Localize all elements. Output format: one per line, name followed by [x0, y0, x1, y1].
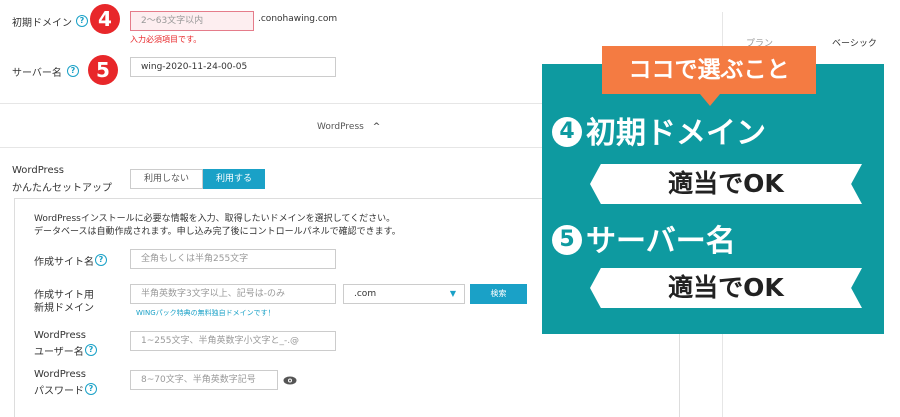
chevron-up-icon: ^ — [372, 122, 381, 132]
step-4-badge: 4 — [90, 4, 120, 34]
tld-selected-value: .com — [354, 289, 377, 299]
wordpress-section-toggle[interactable]: WordPress ^ — [317, 122, 380, 132]
callout-item1-value: 適当でOK — [668, 169, 784, 198]
wordpress-toggle-label: WordPress — [317, 122, 364, 132]
plan-value: ベーシック — [832, 39, 877, 49]
step-5-badge: 5 — [88, 55, 118, 85]
server-help-icon[interactable]: ? — [67, 65, 79, 77]
domain-error: 入力必須項目です。 — [130, 35, 202, 44]
callout-item1-heading: 4 初期ドメイン — [552, 114, 766, 154]
domain-label: 初期ドメイン — [12, 18, 72, 29]
password-label-line1: WordPress — [34, 369, 87, 380]
domain-help-icon[interactable]: ? — [76, 15, 88, 27]
password-help-icon[interactable]: ? — [85, 383, 97, 395]
username-label-line2: ユーザー名 — [34, 347, 84, 358]
wp-setup-option-off[interactable]: 利用しない — [130, 169, 203, 189]
callout-bubble: ココで選ぶこと — [602, 46, 816, 94]
server-label: サーバー名 — [12, 68, 62, 79]
wp-setup-label-line1: WordPress — [12, 165, 65, 176]
wp-intro-line2: データベースは自動作成されます。申し込み完了後にコントロールパネルで確認できます… — [34, 227, 401, 237]
server-input[interactable]: wing-2020-11-24-00-05 — [130, 57, 336, 77]
tld-select[interactable]: .com ▼ — [343, 284, 465, 304]
password-input[interactable]: 8~70文字、半角英数字記号 — [130, 370, 278, 390]
domain-search-button[interactable]: 検索 — [470, 284, 527, 304]
new-domain-label-line2: 新規ドメイン — [34, 303, 94, 314]
callout-item2-heading: 5 サーバー名 — [552, 222, 736, 262]
new-domain-note: WINGパック特典の無料独自ドメインです！ — [136, 309, 275, 317]
wp-setup-label-line2: かんたんセットアップ — [12, 183, 112, 194]
password-label-line2: パスワード — [34, 386, 84, 397]
site-name-help-icon[interactable]: ? — [95, 254, 107, 266]
callout-bubble-tail — [700, 94, 720, 106]
wp-intro-line1: WordPressインストールに必要な情報を入力、取得したいドメインを選択してく… — [34, 214, 396, 224]
callout-bubble-text: ココで選ぶこと — [628, 57, 790, 83]
callout-item1-title: 初期ドメイン — [586, 116, 766, 151]
username-label-line1: WordPress — [34, 330, 87, 341]
eye-icon[interactable] — [283, 375, 297, 385]
username-help-icon[interactable]: ? — [85, 344, 97, 356]
callout-item1-ribbon: 適当でOK — [590, 164, 862, 204]
domain-input[interactable]: 2～63文字以内 — [130, 11, 254, 31]
wp-setup-option-on[interactable]: 利用する — [203, 169, 265, 189]
callout-item2-value: 適当でOK — [668, 273, 784, 302]
new-domain-input[interactable]: 半角英数字3文字以上、記号は-のみ — [130, 284, 336, 304]
callout-item2-number: 5 — [552, 224, 582, 255]
site-name-label: 作成サイト名 — [34, 257, 94, 268]
chevron-down-icon: ▼ — [449, 289, 456, 298]
callout-item2-ribbon: 適当でOK — [590, 268, 862, 308]
domain-suffix: .conohawing.com — [258, 14, 338, 24]
username-input[interactable]: 1~255文字、半角英数字小文字と_-.@ — [130, 331, 336, 351]
callout-item2-title: サーバー名 — [586, 224, 736, 259]
site-name-input[interactable]: 全角もしくは半角255文字 — [130, 249, 336, 269]
callout-item1-number: 4 — [552, 116, 582, 147]
